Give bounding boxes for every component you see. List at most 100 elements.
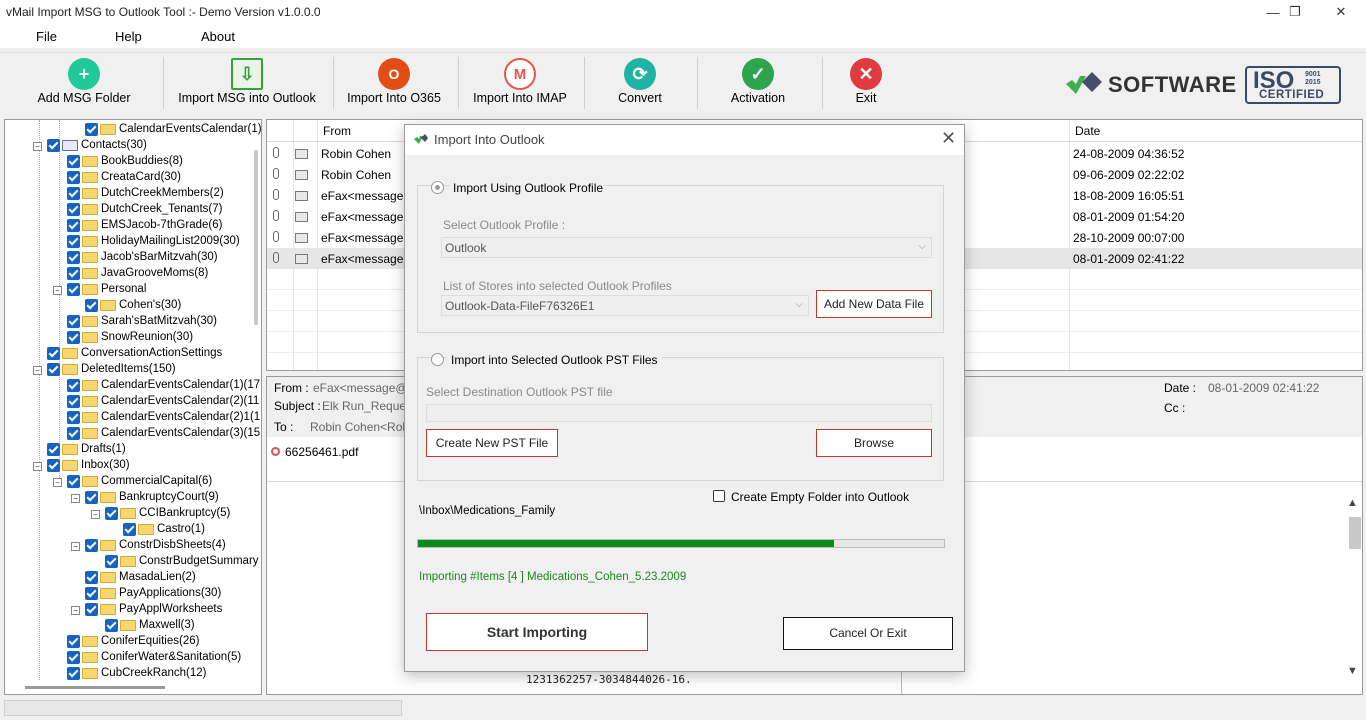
menu-help[interactable]: Help xyxy=(115,29,142,44)
convert-button[interactable]: ⟳ Convert xyxy=(592,53,688,109)
tree-item[interactable]: MasadaLien(2) xyxy=(5,570,255,586)
tree-item[interactable]: BookBuddies(8) xyxy=(5,154,255,170)
restore-button[interactable]: ❐ xyxy=(1272,0,1318,24)
tree-collapse-toggle[interactable]: − xyxy=(71,494,80,503)
tree-item[interactable]: Maxwell(3) xyxy=(5,618,255,634)
tree-item[interactable]: PayApplications(30) xyxy=(5,586,255,602)
store-select[interactable]: Outlook-Data-FileF76326E1 ⌵ xyxy=(441,295,809,316)
tree-collapse-toggle[interactable]: − xyxy=(91,510,100,519)
tree-item-checkbox[interactable] xyxy=(67,331,80,344)
column-header-from[interactable]: From xyxy=(323,124,351,138)
tree-item[interactable]: CalendarEventsCalendar(3)(15 xyxy=(5,426,260,442)
outlook-profile-select[interactable]: Outlook ⌵ xyxy=(441,237,932,258)
column-header-date[interactable]: Date xyxy=(1075,124,1100,138)
tree-item[interactable]: DutchCreekMembers(2) xyxy=(5,186,255,202)
menu-file[interactable]: File xyxy=(36,29,57,44)
tree-item-checkbox[interactable] xyxy=(67,171,80,184)
tree-item[interactable]: CalendarEventsCalendar(1)(17 xyxy=(5,378,260,394)
tree-item[interactable]: − BankruptcyCourt(9) xyxy=(5,490,255,506)
tree-item-checkbox[interactable] xyxy=(85,539,98,552)
tree-item-checkbox[interactable] xyxy=(85,491,98,504)
tree-item-checkbox[interactable] xyxy=(123,523,136,536)
tree-item-checkbox[interactable] xyxy=(85,603,98,616)
tree-item-checkbox[interactable] xyxy=(105,507,118,520)
tree-collapse-toggle[interactable]: − xyxy=(71,542,80,551)
dialog-close-button[interactable]: ✕ xyxy=(941,128,956,149)
radio-import-using-outlook-profile[interactable] xyxy=(431,181,444,194)
tree-item-checkbox[interactable] xyxy=(67,395,80,408)
tree-item[interactable]: − DeletedItems(150) xyxy=(5,362,255,378)
tree-item-checkbox[interactable] xyxy=(67,651,80,664)
tree-item-checkbox[interactable] xyxy=(47,459,60,472)
tree-item[interactable]: CalendarEventsCalendar(1)(18 xyxy=(5,122,261,138)
tree-item[interactable]: Drafts(1) xyxy=(5,442,255,458)
cancel-or-exit-button[interactable]: Cancel Or Exit xyxy=(783,617,953,650)
tree-item-checkbox[interactable] xyxy=(85,299,98,312)
tree-item[interactable]: DutchCreek_Tenants(7) xyxy=(5,202,255,218)
start-importing-button[interactable]: Start Importing xyxy=(426,613,648,651)
tree-item[interactable]: − Inbox(30) xyxy=(5,458,255,474)
tree-item[interactable]: JavaGrooveMoms(8) xyxy=(5,266,255,282)
browse-button[interactable]: Browse xyxy=(816,429,932,457)
tree-item-checkbox[interactable] xyxy=(67,635,80,648)
tree-item-checkbox[interactable] xyxy=(67,251,80,264)
tree-item-checkbox[interactable] xyxy=(85,123,98,136)
tree-item[interactable]: − CCIBankruptcy(5) xyxy=(5,506,255,522)
tree-item[interactable]: EMSJacob-7thGrade(6) xyxy=(5,218,255,234)
tree-collapse-toggle[interactable]: − xyxy=(33,142,42,151)
tree-item[interactable]: − ConstrDisbSheets(4) xyxy=(5,538,255,554)
tree-item-checkbox[interactable] xyxy=(67,315,80,328)
tree-item[interactable]: Castro(1) xyxy=(5,522,255,538)
tree-item[interactable]: HolidayMailingList2009(30) xyxy=(5,234,255,250)
create-empty-folder-checkbox[interactable] xyxy=(713,490,725,502)
menu-about[interactable]: About xyxy=(201,29,235,44)
tree-item[interactable]: − PayApplWorksheets xyxy=(5,602,255,618)
tree-item-checkbox[interactable] xyxy=(47,139,60,152)
tree-item-checkbox[interactable] xyxy=(85,571,98,584)
tree-item-checkbox[interactable] xyxy=(47,443,60,456)
tree-item-checkbox[interactable] xyxy=(85,587,98,600)
tree-item[interactable]: − Contacts(30) xyxy=(5,138,255,154)
tree-collapse-toggle[interactable]: − xyxy=(33,366,42,375)
tree-item[interactable]: ConversationActionSettings xyxy=(5,346,255,362)
tree-item[interactable]: − Personal xyxy=(5,282,255,298)
tree-item[interactable]: ConiferEquities(26) xyxy=(5,634,255,650)
tree-item[interactable]: ConiferWater&Sanitation(5) xyxy=(5,650,255,666)
tree-item[interactable]: Cohen's(30) xyxy=(5,298,255,314)
tree-item[interactable]: ConstrBudgetSummary xyxy=(5,554,259,570)
import-into-o365-button[interactable]: O Import Into O365 xyxy=(340,53,448,109)
tree-item[interactable]: CubCreekRanch(12) xyxy=(5,666,255,682)
tree-item[interactable]: − CommercialCapital(6) xyxy=(5,474,255,490)
tree-item-checkbox[interactable] xyxy=(67,219,80,232)
tree-item-checkbox[interactable] xyxy=(47,347,60,360)
tree-item-checkbox[interactable] xyxy=(67,411,80,424)
preview-scrollbar-thumb[interactable] xyxy=(1349,517,1361,549)
tree-collapse-toggle[interactable]: − xyxy=(71,606,80,615)
tree-horizontal-scrollbar[interactable] xyxy=(25,686,165,689)
add-msg-folder-button[interactable]: + Add MSG Folder xyxy=(20,53,148,109)
tree-item[interactable]: CreataCard(30) xyxy=(5,170,255,186)
folder-tree[interactable]: CalendarEventsCalendar(1)(18 − Contacts(30… xyxy=(4,119,262,695)
scroll-down-arrow-icon[interactable]: ▼ xyxy=(1347,665,1358,677)
exit-button[interactable]: ✕ Exit xyxy=(830,53,902,109)
tree-item-checkbox[interactable] xyxy=(67,155,80,168)
tree-item-checkbox[interactable] xyxy=(105,619,118,632)
tree-item-checkbox[interactable] xyxy=(67,475,80,488)
tree-item-checkbox[interactable] xyxy=(47,363,60,376)
tree-item-checkbox[interactable] xyxy=(67,203,80,216)
scroll-up-arrow-icon[interactable]: ▲ xyxy=(1347,497,1358,509)
tree-item-checkbox[interactable] xyxy=(67,379,80,392)
tree-collapse-toggle[interactable]: − xyxy=(33,462,42,471)
activation-button[interactable]: ✓ Activation xyxy=(710,53,806,109)
tree-collapse-toggle[interactable]: − xyxy=(53,286,62,295)
tree-item-checkbox[interactable] xyxy=(67,235,80,248)
import-into-imap-button[interactable]: M Import Into IMAP xyxy=(466,53,574,109)
close-window-button[interactable]: ✕ xyxy=(1318,0,1364,24)
destination-pst-field[interactable] xyxy=(426,404,932,422)
add-new-data-file-button[interactable]: Add New Data File xyxy=(816,290,932,318)
tree-item[interactable]: SnowReunion(30) xyxy=(5,330,255,346)
tree-item-checkbox[interactable] xyxy=(67,267,80,280)
tree-item-checkbox[interactable] xyxy=(67,427,80,440)
tree-item-checkbox[interactable] xyxy=(67,187,80,200)
tree-vertical-scrollbar[interactable] xyxy=(254,150,258,325)
